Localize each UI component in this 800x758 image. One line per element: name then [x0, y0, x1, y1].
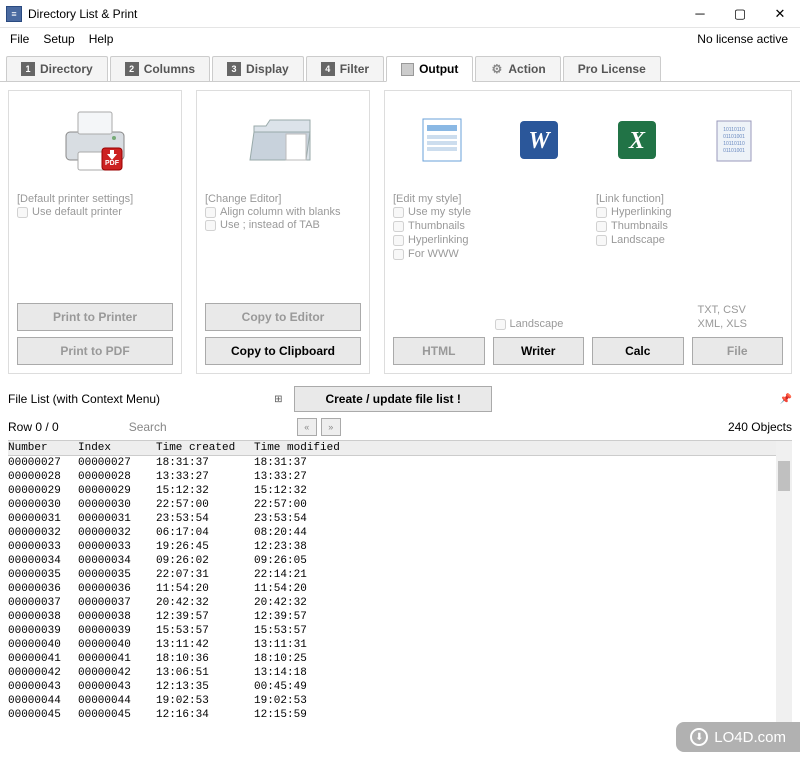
- titlebar: ≡ Directory List & Print ─ ▢ ✕: [0, 0, 800, 28]
- file-row[interactable]: 000000380000003812:39:5712:39:57: [8, 610, 792, 624]
- file-icon: 10110110011010011011011001101001: [709, 115, 759, 168]
- svg-text:X: X: [628, 128, 646, 154]
- folder-icon: [205, 97, 361, 185]
- thumbnails-checkbox-2[interactable]: Thumbnails: [596, 220, 682, 232]
- change-editor-hint: [Change Editor]: [205, 193, 361, 205]
- print-to-printer-button[interactable]: Print to Printer: [17, 303, 173, 331]
- thumbnails-checkbox-1[interactable]: Thumbnails: [393, 220, 479, 232]
- svg-text:10110110: 10110110: [723, 141, 745, 147]
- tab-pro-license[interactable]: Pro License: [563, 56, 661, 81]
- svg-text:01101001: 01101001: [723, 148, 745, 154]
- tab-directory[interactable]: 1Directory: [6, 56, 108, 81]
- use-semicolon-checkbox[interactable]: Use ; instead of TAB: [205, 219, 361, 231]
- file-row[interactable]: 000000290000002915:12:3215:12:32: [8, 484, 792, 498]
- printer-settings-hint: [Default printer settings]: [17, 193, 173, 205]
- file-row[interactable]: 000000340000003409:26:0209:26:05: [8, 554, 792, 568]
- landscape-checkbox-1[interactable]: Landscape: [495, 318, 581, 330]
- file-row[interactable]: 000000420000004213:06:5113:14:18: [8, 666, 792, 680]
- watermark: ⬇ LO4D.com: [676, 722, 800, 752]
- minimize-button[interactable]: ─: [680, 0, 720, 28]
- tab-display[interactable]: 3Display: [212, 56, 304, 81]
- for-www-checkbox[interactable]: For WWW: [393, 248, 479, 260]
- calc-button[interactable]: Calc: [592, 337, 684, 365]
- document-icon: [401, 63, 414, 76]
- menu-setup[interactable]: Setup: [37, 30, 80, 48]
- tab-columns[interactable]: 2Columns: [110, 56, 210, 81]
- menubar: File Setup Help No license active: [0, 28, 800, 50]
- file-list-columns: NumberIndexTime createdTime modified: [8, 441, 792, 456]
- file-row[interactable]: 000000280000002813:33:2713:33:27: [8, 470, 792, 484]
- maximize-button[interactable]: ▢: [720, 0, 760, 28]
- file-row[interactable]: 000000270000002718:31:3718:31:37: [8, 456, 792, 470]
- file-row[interactable]: 000000430000004312:13:3500:45:49: [8, 680, 792, 694]
- file-list-header: File List (with Context Menu) ⊞ Create /…: [0, 382, 800, 416]
- editor-panel: [Change Editor] Align column with blanks…: [196, 90, 370, 374]
- file-list[interactable]: NumberIndexTime createdTime modified 000…: [8, 440, 792, 722]
- objects-count: 240 Objects: [728, 420, 792, 434]
- copy-to-editor-button[interactable]: Copy to Editor: [205, 303, 361, 331]
- print-to-pdf-button[interactable]: Print to PDF: [17, 337, 173, 365]
- file-row[interactable]: 000000400000004013:11:4213:11:31: [8, 638, 792, 652]
- nav-next-button[interactable]: »: [321, 418, 341, 436]
- hyperlinking-checkbox-1[interactable]: Hyperlinking: [393, 234, 479, 246]
- file-row[interactable]: 000000330000003319:26:4512:23:38: [8, 540, 792, 554]
- file-row[interactable]: 000000370000003720:42:3220:42:32: [8, 596, 792, 610]
- create-update-button[interactable]: Create / update file list !: [294, 386, 491, 412]
- printer-icon: PDF: [17, 97, 173, 185]
- expand-icon[interactable]: ⊞: [274, 394, 282, 405]
- link-function-hint: [Link function]: [596, 193, 682, 205]
- close-button[interactable]: ✕: [760, 0, 800, 28]
- edit-style-hint: [Edit my style]: [393, 193, 479, 205]
- file-row[interactable]: 000000440000004419:02:5319:02:53: [8, 694, 792, 708]
- tab-bar: 1Directory 2Columns 3Display 4Filter Out…: [0, 50, 800, 82]
- file-row[interactable]: 000000360000003611:54:2011:54:20: [8, 582, 792, 596]
- html-button[interactable]: HTML: [393, 337, 485, 365]
- xml-xls-label: XML, XLS: [698, 318, 784, 330]
- tab-filter[interactable]: 4Filter: [306, 56, 384, 81]
- excel-icon: X: [612, 115, 662, 168]
- row-count: Row 0 / 0: [8, 420, 59, 434]
- align-column-checkbox[interactable]: Align column with blanks: [205, 206, 361, 218]
- file-row[interactable]: 000000390000003915:53:5715:53:57: [8, 624, 792, 638]
- copy-to-clipboard-button[interactable]: Copy to Clipboard: [205, 337, 361, 365]
- tab-output[interactable]: Output: [386, 56, 473, 82]
- tab-action[interactable]: ⚙Action: [475, 56, 560, 81]
- file-row[interactable]: 000000350000003522:07:3122:14:21: [8, 568, 792, 582]
- export-panel: W X 10110110011010011011011001101001 [Ed…: [384, 90, 792, 374]
- menu-file[interactable]: File: [4, 30, 35, 48]
- print-panel: PDF [Default printer settings] Use defau…: [8, 90, 182, 374]
- file-row[interactable]: 000000410000004118:10:3618:10:25: [8, 652, 792, 666]
- html-icon: [417, 115, 467, 168]
- file-row[interactable]: 000000300000003022:57:0022:57:00: [8, 498, 792, 512]
- menu-help[interactable]: Help: [83, 30, 120, 48]
- landscape-checkbox-2[interactable]: Landscape: [596, 234, 682, 246]
- window-title: Directory List & Print: [28, 7, 680, 21]
- gear-icon: ⚙: [490, 63, 503, 76]
- hyperlinking-checkbox-2[interactable]: Hyperlinking: [596, 206, 682, 218]
- output-panel: PDF [Default printer settings] Use defau…: [0, 82, 800, 382]
- svg-text:01101001: 01101001: [723, 134, 745, 140]
- file-row[interactable]: 000000320000003206:17:0408:20:44: [8, 526, 792, 540]
- svg-text:PDF: PDF: [105, 160, 120, 167]
- use-default-printer-checkbox[interactable]: Use default printer: [17, 206, 173, 218]
- svg-text:W: W: [529, 128, 552, 154]
- file-row[interactable]: 000000450000004512:16:3412:15:59: [8, 708, 792, 722]
- txt-csv-label: TXT, CSV: [698, 304, 784, 316]
- file-list-title: File List (with Context Menu): [8, 392, 160, 406]
- file-button[interactable]: File: [692, 337, 784, 365]
- word-icon: W: [514, 115, 564, 168]
- file-row[interactable]: 000000310000003123:53:5423:53:54: [8, 512, 792, 526]
- license-status: No license active: [697, 32, 796, 46]
- nav-prev-button[interactable]: «: [297, 418, 317, 436]
- pin-icon[interactable]: 📌: [780, 394, 792, 405]
- list-toolbar: Row 0 / 0 Search « » 240 Objects: [0, 416, 800, 438]
- scrollbar-thumb[interactable]: [778, 461, 790, 491]
- app-icon: ≡: [6, 6, 22, 22]
- download-icon: ⬇: [690, 728, 708, 746]
- scrollbar[interactable]: [776, 441, 792, 722]
- search-label: Search: [129, 420, 167, 434]
- use-my-style-checkbox[interactable]: Use my style: [393, 206, 479, 218]
- svg-text:10110110: 10110110: [723, 127, 745, 133]
- writer-button[interactable]: Writer: [493, 337, 585, 365]
